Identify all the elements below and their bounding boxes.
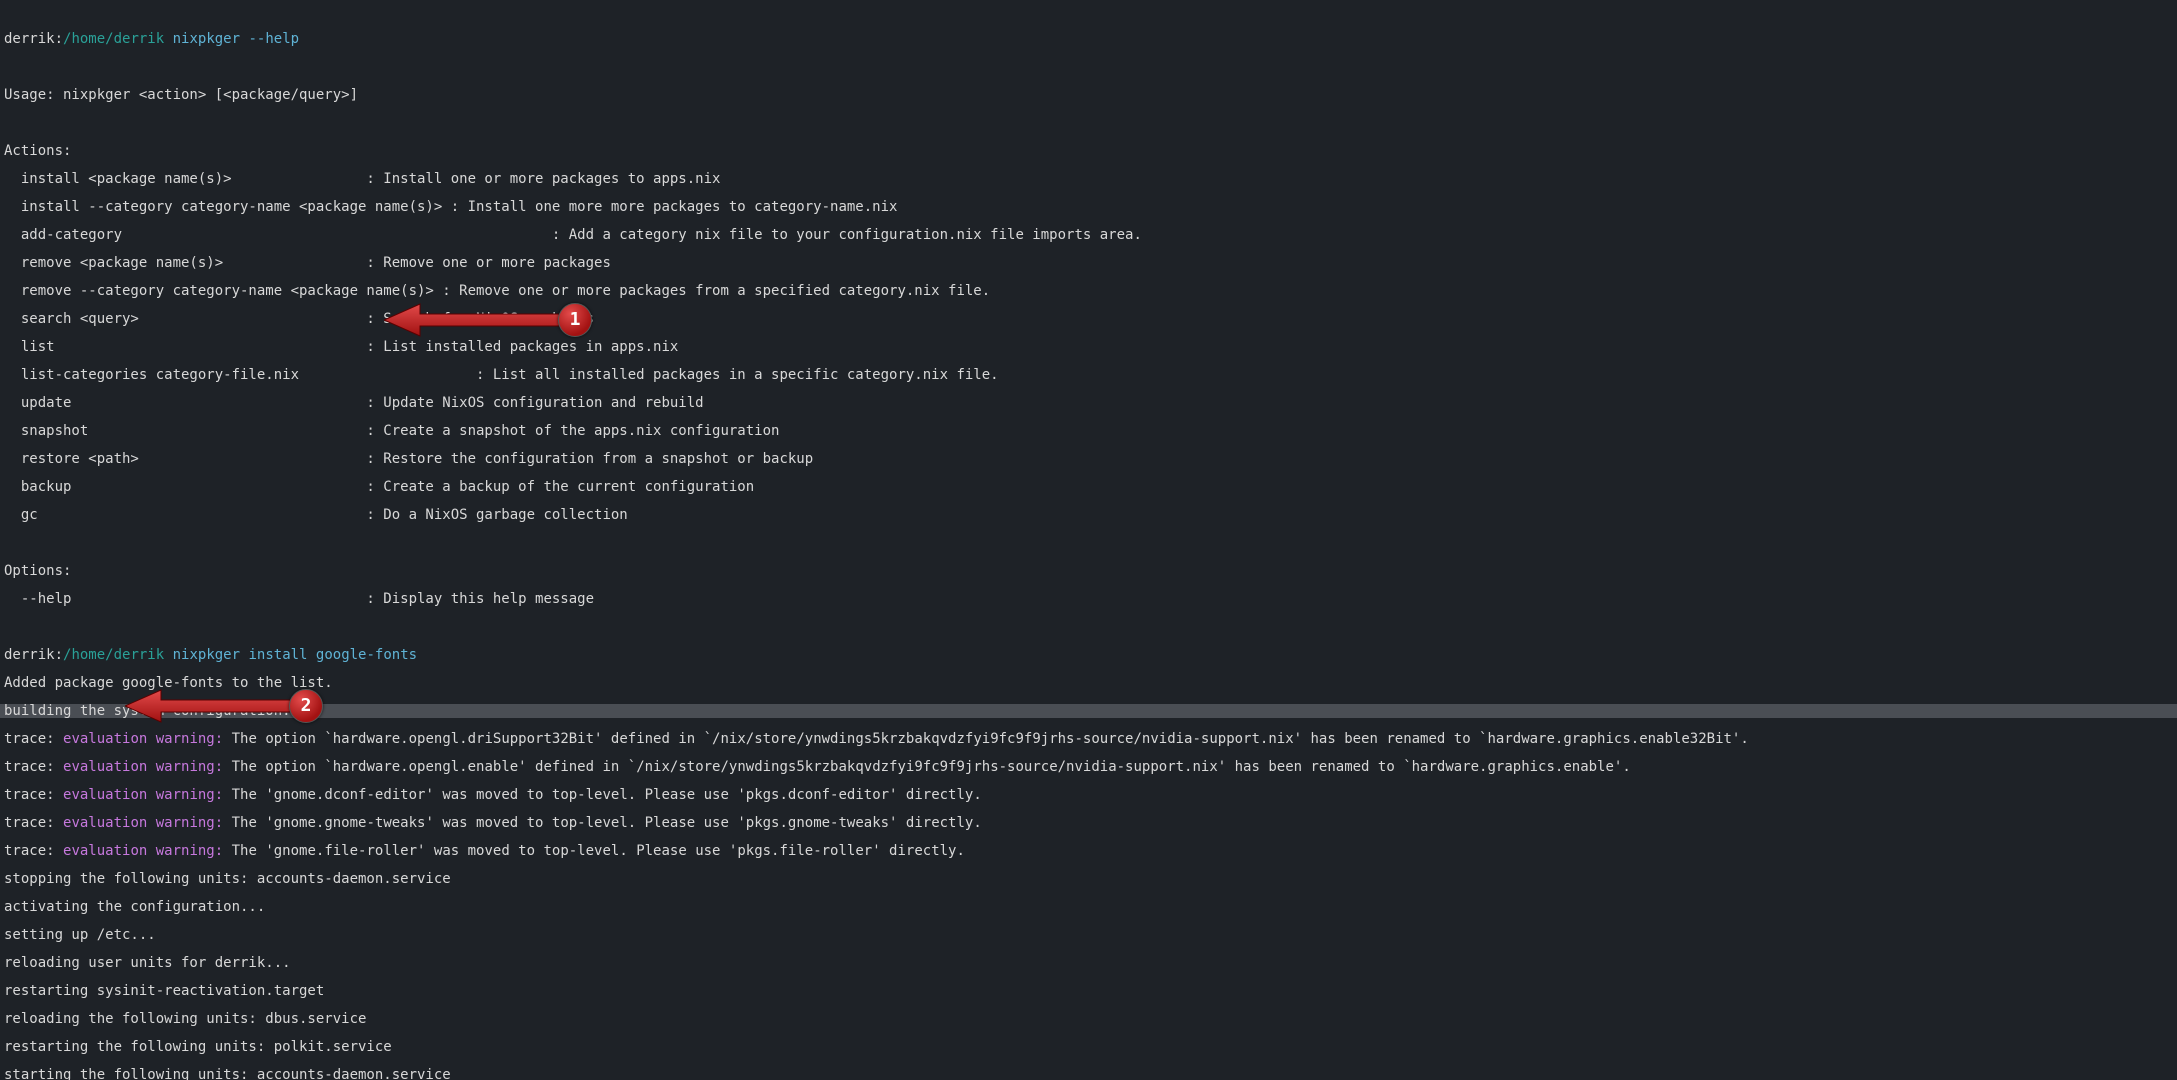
output-line: activating the configuration... <box>4 900 2173 914</box>
help-action-line: gc : Do a NixOS garbage collection <box>4 508 2173 522</box>
cmd-arg-install: install google-fonts <box>248 647 417 663</box>
trace-warning-line: trace: evaluation warning: The 'gnome.dc… <box>4 788 2173 802</box>
help-action-line: backup : Create a backup of the current … <box>4 480 2173 494</box>
help-action-line: install --category category-name <packag… <box>4 200 2173 214</box>
trace-warning-line: trace: evaluation warning: The option `h… <box>4 760 2173 774</box>
trace-warning-line: trace: evaluation warning: The option `h… <box>4 732 2173 746</box>
help-action-line: search <query> : Search for NixOS packag… <box>4 312 2173 326</box>
help-action-line: add-category : Add a category nix file t… <box>4 228 2173 242</box>
prompt-line-2: derrik:/home/derrik nixpkger install goo… <box>4 648 2173 662</box>
prompt-user: derrik <box>4 31 55 47</box>
output-line: Added package google-fonts to the list. <box>4 676 2173 690</box>
help-usage: Usage: nixpkger <action> [<package/query… <box>4 88 2173 102</box>
help-action-line: install <package name(s)> : Install one … <box>4 172 2173 186</box>
help-options-header: Options: <box>4 564 2173 578</box>
output-line: restarting sysinit-reactivation.target <box>4 984 2173 998</box>
cmd-nixpkger-install: nixpkger <box>173 647 240 663</box>
help-action-line: remove --category category-name <package… <box>4 284 2173 298</box>
output-line: stopping the following units: accounts-d… <box>4 872 2173 886</box>
trace-warning-line: trace: evaluation warning: The 'gnome.gn… <box>4 816 2173 830</box>
output-line: building the system configuration... <box>4 704 2173 718</box>
cmd-nixpkger: nixpkger <box>173 31 240 47</box>
output-line: restarting the following units: polkit.s… <box>4 1040 2173 1054</box>
evaluation-warning-label: evaluation warning: <box>63 731 223 747</box>
trace-warning-line: trace: evaluation warning: The 'gnome.fi… <box>4 844 2173 858</box>
help-action-line: snapshot : Create a snapshot of the apps… <box>4 424 2173 438</box>
help-action-line: list-categories category-file.nix : List… <box>4 368 2173 382</box>
help-action-line: list : List installed packages in apps.n… <box>4 340 2173 354</box>
help-action-line: restore <path> : Restore the configurati… <box>4 452 2173 466</box>
prompt-line-1: derrik:/home/derrik nixpkger --help <box>4 32 2173 46</box>
help-actions-header: Actions: <box>4 144 2173 158</box>
cmd-arg-help: --help <box>248 31 299 47</box>
help-action-line: remove <package name(s)> : Remove one or… <box>4 256 2173 270</box>
help-action-line: update : Update NixOS configuration and … <box>4 396 2173 410</box>
output-line: reloading the following units: dbus.serv… <box>4 1012 2173 1026</box>
terminal[interactable]: derrik:/home/derrik nixpkger --help Usag… <box>0 0 2177 1080</box>
output-line: setting up /etc... <box>4 928 2173 942</box>
prompt-path: /home/derrik <box>63 31 164 47</box>
help-option-line: --help : Display this help message <box>4 592 2173 606</box>
output-line: starting the following units: accounts-d… <box>4 1068 2173 1080</box>
output-line: reloading user units for derrik... <box>4 956 2173 970</box>
